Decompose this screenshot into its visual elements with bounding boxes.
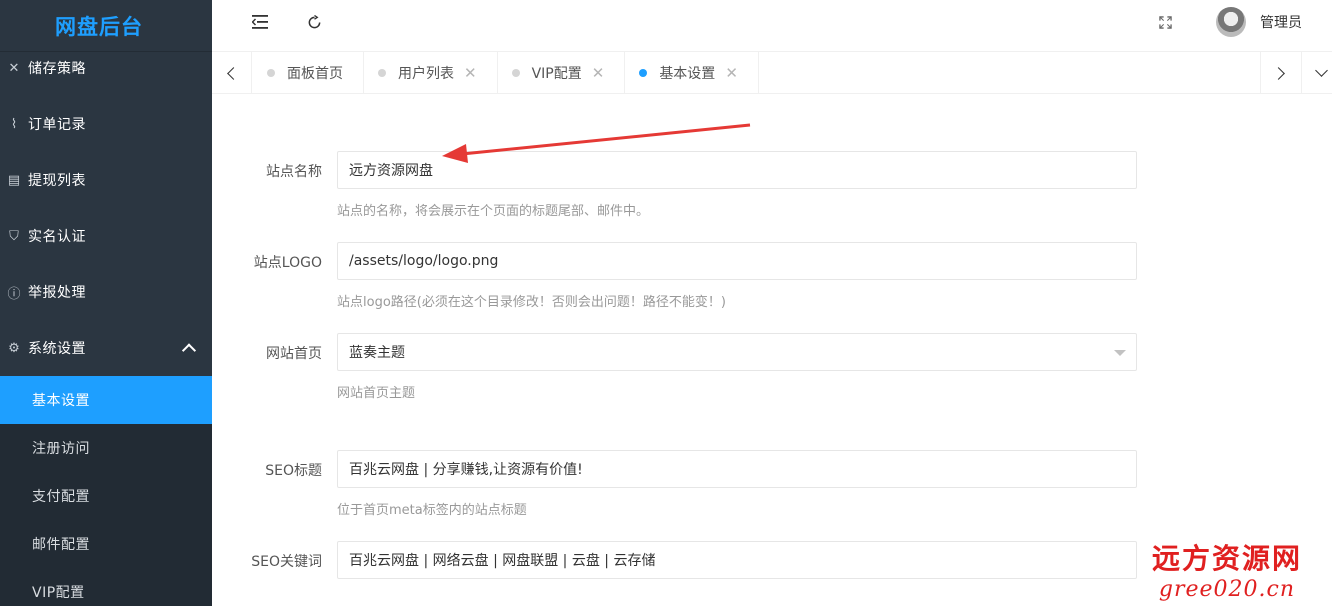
- tab-basic-settings[interactable]: 基本设置 ✕: [625, 52, 759, 94]
- sidebar: 网盘后台 ✕ 储存策略 ⌇ 订单记录 ▤ 提现列表 ⛉ 实名认证 ⓘ 举报处理 …: [0, 0, 212, 606]
- top-header: 管理员: [212, 0, 1332, 52]
- basic-settings-form: 站点名称 远方资源网盘 站点的名称，将会展示在个页面的标题尾部、邮件中。 站点L…: [212, 94, 1332, 606]
- home-page-selected-value: 蓝奏主题: [349, 345, 405, 361]
- seo-title-label: SEO标题: [265, 463, 322, 479]
- tab-user-list[interactable]: 用户列表 ✕: [364, 52, 498, 94]
- seo-keywords-label: SEO关键词: [251, 554, 322, 570]
- close-icon[interactable]: ✕: [464, 64, 477, 82]
- chevron-left-icon: [227, 66, 240, 80]
- seo-title-input[interactable]: 百兆云网盘 | 分享赚钱,让资源有价值!: [337, 450, 1137, 488]
- home-page-label: 网站首页: [266, 346, 322, 362]
- home-page-help: 网站首页主题: [337, 386, 416, 401]
- site-logo-help: 站点logo路径(必须在这个目录修改！否则会出问题！路径不能变！): [337, 295, 726, 310]
- sidebar-item-orders[interactable]: ⌇ 订单记录: [0, 96, 212, 152]
- tab-dot-icon: [511, 69, 520, 77]
- seo-title-help: 位于首页meta标签内的站点标题: [337, 503, 527, 518]
- tools-icon: ✕: [8, 60, 20, 76]
- sidebar-subitem-vip[interactable]: VIP配置: [0, 568, 212, 606]
- chevron-right-icon: [1272, 66, 1285, 80]
- refresh-button[interactable]: [294, 0, 334, 44]
- tabs-dropdown-button[interactable]: [1301, 52, 1332, 94]
- tab-dot-icon: [378, 69, 386, 77]
- user-menu[interactable]: 管理员: [1216, 7, 1302, 37]
- sidebar-item-reports[interactable]: ⓘ 举报处理: [0, 264, 212, 320]
- fullscreen-icon: [1158, 15, 1172, 29]
- shield-icon: ⛉: [9, 228, 19, 244]
- sidebar-subitem-email[interactable]: 邮件配置: [0, 520, 212, 568]
- sidebar-item-storage-policy[interactable]: ✕ 储存策略: [0, 40, 212, 96]
- sidebar-subitem-registration[interactable]: 注册访问: [0, 424, 212, 472]
- tab-dashboard[interactable]: 面板首页: [253, 52, 364, 94]
- fullscreen-button[interactable]: [1145, 0, 1185, 44]
- site-name-help: 站点的名称，将会展示在个页面的标题尾部、邮件中。: [337, 204, 650, 219]
- document-icon: ▤: [7, 172, 21, 188]
- chevron-up-icon: [181, 343, 197, 358]
- watermark-url: gree020.cn: [1158, 577, 1296, 602]
- sidebar-item-verification[interactable]: ⛉ 实名认证: [0, 208, 212, 264]
- pulse-icon: ⌇: [10, 116, 18, 132]
- home-page-select[interactable]: 蓝奏主题: [337, 333, 1137, 371]
- toggle-sidebar-button[interactable]: [240, 0, 280, 44]
- tabs-scroll-left-button[interactable]: [212, 52, 252, 94]
- close-icon[interactable]: ✕: [725, 64, 738, 82]
- menu-fold-icon: [252, 15, 268, 29]
- refresh-icon: [308, 14, 320, 28]
- sidebar-subitem-basic-settings[interactable]: 基本设置: [0, 376, 212, 424]
- watermark: 远方资源网 gree020.cn: [1152, 537, 1302, 602]
- user-name: 管理员: [1260, 15, 1302, 31]
- chevron-down-icon: [1315, 64, 1328, 77]
- site-logo-input[interactable]: /assets/logo/logo.png: [337, 242, 1137, 280]
- sidebar-item-withdrawals[interactable]: ▤ 提现列表: [0, 152, 212, 208]
- site-logo-label: 站点LOGO: [253, 255, 322, 271]
- seo-keywords-input[interactable]: 百兆云网盘 | 网络云盘 | 网盘联盟 | 云盘 | 云存储: [337, 541, 1137, 579]
- watermark-title: 远方资源网: [1151, 542, 1302, 575]
- tabs: 面板首页 用户列表 ✕ VIP配置 ✕ 基本设置 ✕: [253, 52, 759, 94]
- tab-vip-config[interactable]: VIP配置 ✕: [498, 52, 626, 94]
- caret-down-icon: [1114, 350, 1126, 356]
- tab-dot-icon: [639, 69, 648, 77]
- tab-bar: 面板首页 用户列表 ✕ VIP配置 ✕ 基本设置 ✕: [212, 52, 1332, 94]
- system-settings-submenu: 基本设置 注册访问 支付配置 邮件配置 VIP配置: [0, 376, 212, 606]
- site-name-input[interactable]: 远方资源网盘: [337, 151, 1137, 189]
- info-icon: ⓘ: [7, 286, 21, 302]
- sidebar-subitem-payment[interactable]: 支付配置: [0, 472, 212, 520]
- tabs-scroll-right-button[interactable]: [1260, 52, 1300, 94]
- close-icon[interactable]: ✕: [592, 64, 605, 82]
- tab-dot-icon: [267, 69, 275, 77]
- avatar: [1216, 7, 1246, 37]
- sidebar-item-system-settings[interactable]: ⚙ 系统设置: [0, 320, 212, 376]
- gear-icon: ⚙: [8, 340, 20, 356]
- site-name-label: 站点名称: [266, 164, 322, 180]
